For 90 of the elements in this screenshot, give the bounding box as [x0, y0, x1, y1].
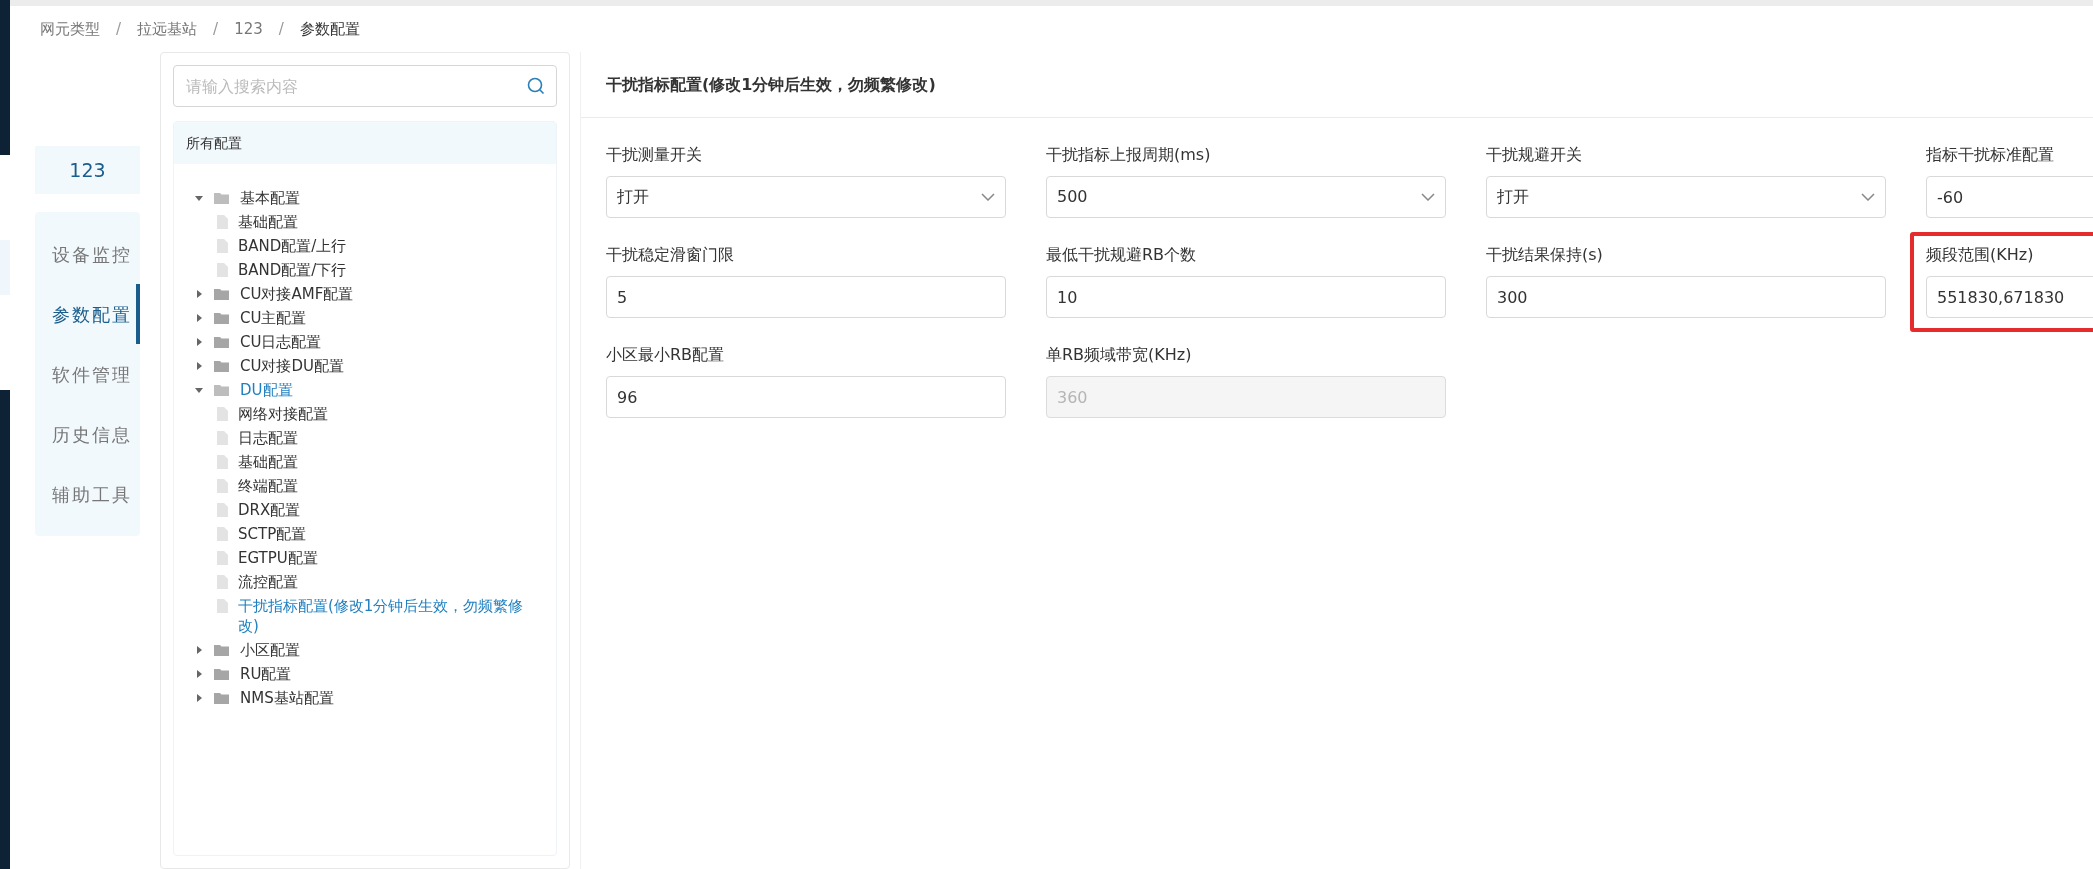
tree-item[interactable]: SCTP配置 — [238, 524, 307, 544]
breadcrumb-item: 参数配置 — [299, 18, 360, 40]
caret-right-icon[interactable] — [194, 337, 204, 347]
tree-item[interactable]: 网络对接配置 — [238, 404, 328, 424]
search-icon[interactable] — [527, 77, 545, 95]
tree-item[interactable]: NMS基站配置 — [240, 686, 334, 710]
tree-item[interactable]: DU配置 — [240, 378, 293, 402]
select-field[interactable]: 500 — [1046, 176, 1446, 218]
caret-down-icon[interactable] — [194, 385, 204, 395]
tree-item[interactable]: 基础配置 — [238, 452, 298, 472]
file-icon — [217, 407, 228, 421]
input-field[interactable]: 300 — [1486, 276, 1886, 318]
tree-item[interactable]: BAND配置/下行 — [238, 260, 347, 280]
tree-item[interactable]: 小区配置 — [240, 638, 300, 662]
chevron-down-icon — [981, 193, 995, 201]
folder-icon — [214, 287, 230, 301]
breadcrumb-separator: / — [278, 18, 284, 40]
breadcrumb-separator: / — [213, 18, 219, 40]
file-icon — [217, 479, 228, 493]
folder-icon — [214, 359, 230, 373]
field-label: 小区最小RB配置 — [606, 344, 726, 366]
field-label: 最低干扰规避RB个数 — [1046, 244, 1198, 266]
field-label: 干扰测量开关 — [606, 144, 703, 166]
field-label: 干扰结果保持(s) — [1486, 244, 1604, 266]
tree-header: 所有配置 — [174, 122, 556, 164]
file-icon — [217, 527, 228, 541]
folder-icon — [214, 311, 230, 325]
field-label: 干扰稳定滑窗门限 — [606, 244, 735, 266]
tree-item[interactable]: 基本配置 — [240, 186, 300, 210]
caret-right-icon[interactable] — [194, 361, 204, 371]
nav-item[interactable]: 参数配置 — [35, 284, 140, 344]
tree-item[interactable]: CU对接DU配置 — [240, 354, 344, 378]
form-title: 干扰指标配置(修改1分钟后生效，勿频繁修改) — [581, 52, 2093, 118]
open-folder-icon — [214, 383, 230, 397]
nav-item[interactable]: 软件管理 — [35, 344, 140, 404]
input-field[interactable]: 10 — [1046, 276, 1446, 318]
file-icon — [217, 431, 228, 445]
file-icon — [217, 263, 228, 277]
breadcrumb-item[interactable]: 网元类型 — [40, 17, 100, 41]
tree-item[interactable]: CU日志配置 — [240, 330, 322, 354]
tree-item[interactable]: 终端配置 — [238, 476, 298, 496]
field-label: 干扰规避开关 — [1486, 144, 1583, 166]
input-field[interactable]: -60 — [1926, 176, 2093, 218]
caret-right-icon[interactable] — [194, 289, 204, 299]
select-field[interactable]: 打开 — [1486, 176, 1886, 218]
tree-item[interactable]: EGTPU配置 — [238, 548, 318, 568]
caret-right-icon[interactable] — [194, 645, 204, 655]
input-field[interactable]: 551830,671830 — [1926, 276, 2093, 318]
caret-down-icon[interactable] — [194, 193, 204, 203]
field-label: 指标干扰标准配置 — [1926, 144, 2055, 166]
folder-icon — [214, 335, 230, 349]
folder-icon — [214, 643, 230, 657]
caret-right-icon[interactable] — [194, 693, 204, 703]
file-icon — [217, 455, 228, 469]
chevron-down-icon — [1861, 193, 1875, 201]
tree-item[interactable]: 流控配置 — [238, 572, 298, 592]
tree-item[interactable]: 日志配置 — [238, 428, 298, 448]
chevron-down-icon — [1421, 193, 1435, 201]
nav-item[interactable]: 历史信息 — [35, 404, 140, 464]
open-folder-icon — [214, 191, 230, 205]
file-icon — [217, 599, 228, 613]
input-field[interactable]: 5 — [606, 276, 1006, 318]
caret-right-icon[interactable] — [194, 669, 204, 679]
nav-item[interactable]: 辅助工具 — [35, 464, 140, 524]
select-field[interactable]: 打开 — [606, 176, 1006, 218]
breadcrumb-item[interactable]: 拉远基站 — [137, 17, 198, 41]
input-field[interactable]: 96 — [606, 376, 1006, 418]
tree-item[interactable]: CU主配置 — [240, 306, 307, 330]
tree-item[interactable]: 干扰指标配置(修改1分钟后生效，勿频繁修改) — [238, 596, 542, 636]
nav-item[interactable]: 设备监控 — [35, 224, 140, 284]
folder-icon — [214, 691, 230, 705]
tree-item[interactable]: DRX配置 — [238, 500, 301, 520]
tree-item[interactable]: BAND配置/上行 — [238, 236, 347, 256]
tree-item[interactable]: RU配置 — [240, 662, 292, 686]
field-label: 干扰指标上报周期(ms) — [1046, 144, 1212, 166]
field-label: 单RB频域带宽(KHz) — [1046, 344, 1193, 366]
device-name: 123 — [35, 146, 140, 194]
file-icon — [217, 551, 228, 565]
tree-item[interactable]: CU对接AMF配置 — [240, 282, 354, 306]
search-field[interactable]: 请输入搜索内容 — [173, 65, 557, 107]
file-icon — [217, 215, 228, 229]
tree-item[interactable]: 基础配置 — [238, 212, 298, 232]
field-label: 频段范围(KHz) — [1926, 244, 2035, 266]
file-icon — [217, 239, 228, 253]
file-icon — [217, 575, 228, 589]
folder-icon — [214, 667, 230, 681]
breadcrumb-item[interactable]: 123 — [234, 17, 263, 41]
breadcrumb-separator: / — [116, 18, 122, 40]
caret-right-icon[interactable] — [194, 313, 204, 323]
file-icon — [217, 503, 228, 517]
